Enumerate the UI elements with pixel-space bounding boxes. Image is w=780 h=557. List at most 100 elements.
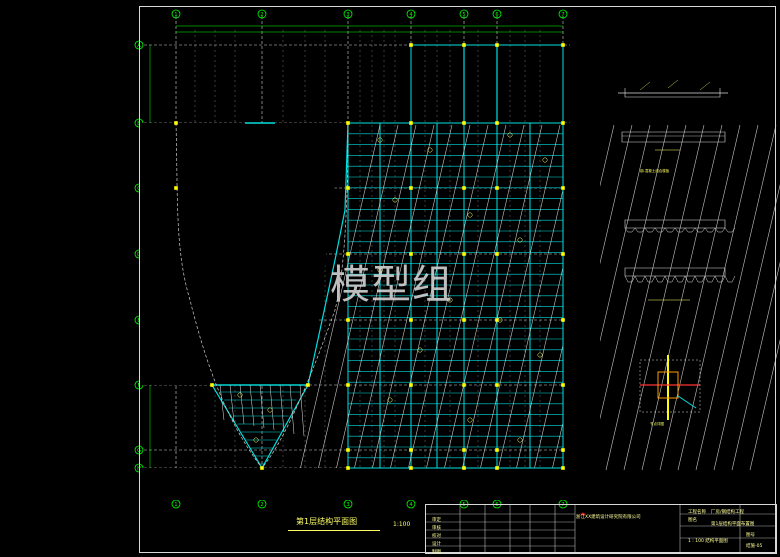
detail1-outline [624, 88, 721, 98]
watermark-text: 模型组 [330, 262, 453, 308]
slab-label-marker-15 [237, 392, 243, 398]
detail4-outline [624, 267, 726, 277]
axis-label-top-1: 1 [174, 12, 177, 18]
project-label: 工程名称 [688, 510, 706, 515]
company-name: 浙江XX建筑设计研究院有限公司 [576, 515, 641, 520]
column-marker-edge-4 [306, 383, 310, 387]
column-marker [409, 43, 413, 47]
axis-label-top-6: 6 [495, 12, 498, 18]
role-4: 设计 [432, 542, 441, 547]
column-marker [409, 383, 413, 387]
slab-diagonal-20 [659, 124, 741, 471]
v-section-hatch-2 [239, 384, 245, 425]
axis-label-bottom-3: 3 [346, 502, 349, 508]
slab-label-marker-16 [267, 407, 273, 413]
detail2-outline [621, 131, 726, 143]
column-marker [561, 186, 565, 190]
v-section-hatch-7 [289, 384, 295, 435]
project-name: 厂房/钢结构工程 [711, 510, 745, 515]
column-marker [462, 383, 466, 387]
plan-title-underline [288, 530, 380, 531]
role-3: 校对 [432, 534, 441, 539]
column-marker [346, 448, 350, 452]
column-marker [561, 383, 565, 387]
sheet-number: 结施-05 [746, 544, 763, 549]
mask-bottom [140, 468, 600, 500]
column-marker [561, 252, 565, 256]
axis-label-top-2: 2 [260, 12, 263, 18]
slab-diagonal-24 [731, 261, 780, 471]
slab-label-marker-5 [467, 212, 473, 218]
column-marker [462, 466, 466, 470]
column-marker [409, 318, 413, 322]
role-5: 制图 [432, 550, 441, 555]
column-marker-edge-0 [174, 121, 178, 125]
slab-diagonal-23 [713, 184, 780, 471]
column-marker [495, 252, 499, 256]
column-marker [495, 121, 499, 125]
column-marker [346, 383, 350, 387]
axis-label-top-3: 3 [346, 12, 349, 18]
slab-label-marker-14 [517, 437, 523, 443]
sheet-label: 图号 [746, 533, 755, 538]
mask-right [563, 123, 600, 480]
slab-label-marker-3 [542, 157, 548, 163]
axis-label-top-5: 5 [462, 12, 465, 18]
column-marker [462, 252, 466, 256]
axis-label-left-G: G [137, 448, 141, 454]
axis-label-left-A: A [137, 43, 141, 49]
detail1-leader-2 [699, 81, 711, 91]
column-marker-edge-2 [260, 466, 264, 470]
column-marker-edge-1 [174, 186, 178, 190]
drawing-scale-small: 1 : 100 结构平面图 [688, 539, 728, 544]
column-marker [409, 121, 413, 125]
slab-diagonal-18 [623, 124, 705, 471]
column-marker [495, 186, 499, 190]
title-block: 浙江XX建筑设计研究院有限公司 工程名称 厂房/钢结构工程 图名 第1层结构平面… [425, 504, 777, 555]
column-marker [409, 448, 413, 452]
detail2-note: 钢-混凝土组合楼板 [640, 168, 670, 173]
column-marker [561, 121, 565, 125]
column-marker [346, 121, 350, 125]
axis-label-bottom-4: 4 [409, 502, 412, 508]
role-1: 审定 [432, 518, 441, 523]
column-marker [495, 43, 499, 47]
column-marker [561, 43, 565, 47]
column-marker [409, 466, 413, 470]
detail4-deck [624, 275, 736, 283]
detail5-note: 节点详图 [650, 421, 664, 426]
drawing-label: 图名 [688, 518, 697, 523]
slab-diagonal-19 [641, 124, 723, 471]
detail1-leader-0 [639, 81, 651, 91]
slab-diagonal-22 [695, 124, 777, 471]
drawing-name: 第1层结构平面布置图 [711, 522, 755, 527]
column-marker [561, 448, 565, 452]
v-section-hatch-3 [249, 384, 255, 427]
column-marker [462, 121, 466, 125]
column-marker [346, 318, 350, 322]
axis-label-top-7: 7 [561, 12, 564, 18]
column-marker [462, 43, 466, 47]
column-marker [495, 466, 499, 470]
column-marker [409, 186, 413, 190]
column-marker [495, 383, 499, 387]
column-marker [346, 466, 350, 470]
plan-title: 第1层结构平面图 [296, 517, 358, 526]
detail3-outline [624, 219, 726, 229]
axis-label-top-4: 4 [409, 12, 412, 18]
detail5-brace [677, 395, 697, 409]
column-marker [561, 466, 565, 470]
column-marker [462, 186, 466, 190]
column-marker [462, 318, 466, 322]
slab-diagonal-25 [749, 339, 780, 471]
column-marker-edge-3 [210, 383, 214, 387]
plan-scale: 1:100 [393, 521, 411, 528]
slab-label-marker-13 [467, 417, 473, 423]
axis-label-bottom-1: 1 [174, 502, 177, 508]
column-marker [561, 318, 565, 322]
column-marker [462, 448, 466, 452]
detail1-leader-1 [667, 79, 679, 89]
column-marker [346, 186, 350, 190]
column-marker [495, 448, 499, 452]
axis-label-bottom-2: 2 [260, 502, 263, 508]
